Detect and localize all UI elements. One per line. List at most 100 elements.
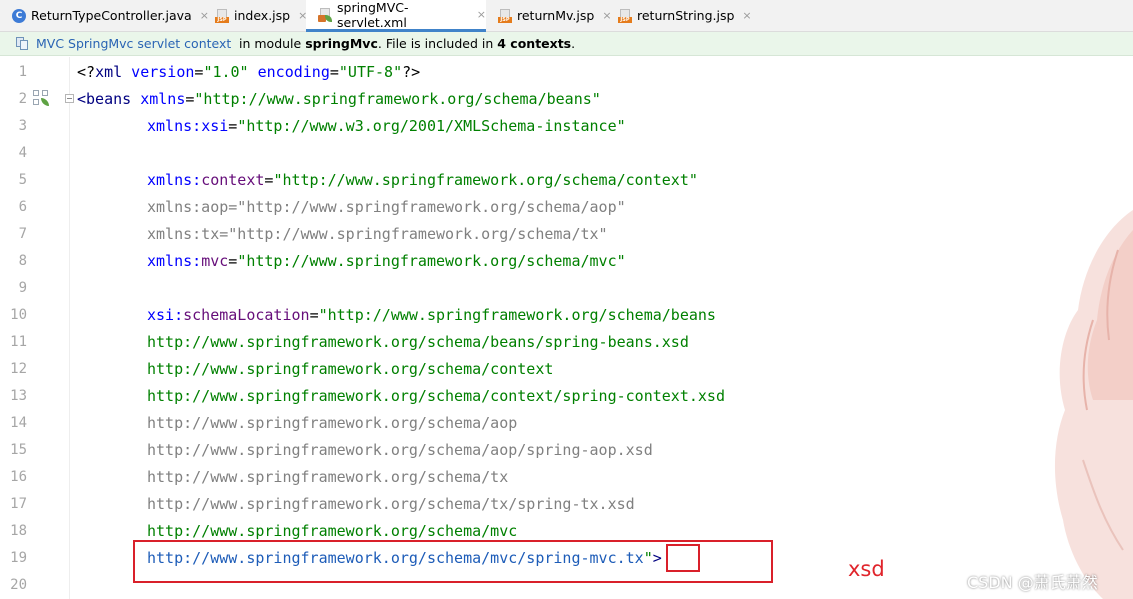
decorative-character-artwork <box>1054 210 1133 599</box>
token: xmlns <box>147 171 193 189</box>
token: = <box>309 306 319 324</box>
banner-prefix: in module <box>239 36 306 51</box>
code-line-3: xmlns:xsi="http://www.w3.org/2001/XMLSch… <box>147 113 626 140</box>
token: xsi <box>147 306 175 324</box>
jsp-file-icon: JSP <box>618 8 632 23</box>
token: xmlns <box>147 117 193 135</box>
code-line-1: <?xml version="1.0" encoding="UTF-8"?> <box>77 59 420 86</box>
token: schemaLocation <box>183 306 310 324</box>
line-number: 12 <box>10 361 27 377</box>
token: = <box>329 63 339 81</box>
token: = <box>228 117 238 135</box>
token: encoding <box>248 63 330 81</box>
token: xml <box>95 63 123 81</box>
line-number: 1 <box>18 64 27 80</box>
token: = <box>228 252 238 270</box>
tab-label: springMVC-servlet.xml <box>337 0 409 30</box>
close-icon[interactable]: × <box>742 9 751 22</box>
jsp-file-icon: JSP <box>215 8 229 23</box>
editor-tab-bar: C ReturnTypeController.java × JSP index.… <box>0 0 1133 32</box>
line-number: 13 <box>10 388 27 404</box>
module-name: springMvc <box>305 36 378 51</box>
token: xmlns <box>147 252 193 270</box>
spring-bean-gutter-icon[interactable] <box>33 90 49 106</box>
line-number: 11 <box>10 334 27 350</box>
code-line-5: xmlns:context="http://www.springframewor… <box>147 167 698 194</box>
banner-middle: . File is included in <box>377 36 498 51</box>
line-number: 16 <box>10 469 27 485</box>
code-line-7: xmlns:tx="http://www.springframework.org… <box>147 225 608 243</box>
line-number: 2 <box>18 91 27 107</box>
editor-gutter: 1 2 3 4 5 6 7 8 9 10 11 12 13 14 15 16 1… <box>0 57 70 599</box>
token: "http://www.w3.org/2001/XMLSchema-instan… <box>237 117 626 135</box>
code-line-6: xmlns:aop="http://www.springframework.or… <box>147 198 626 216</box>
code-line-13: http://www.springframework.org/schema/co… <box>147 387 725 405</box>
tab-springmvc-servlet-xml[interactable]: springMVC-servlet.xml × <box>306 0 486 32</box>
token: : <box>174 306 184 324</box>
code-line-15: http://www.springframework.org/schema/ao… <box>147 441 653 459</box>
fold-toggle-icon[interactable] <box>65 94 74 103</box>
code-line-2: <beans xmlns="http://www.springframework… <box>77 86 601 113</box>
tab-return-mv-jsp[interactable]: JSP returnMv.jsp × <box>486 0 612 31</box>
line-number: 7 <box>18 226 27 242</box>
token: "UTF-8" <box>338 63 403 81</box>
token: mvc <box>201 252 229 270</box>
code-line-12: http://www.springframework.org/schema/co… <box>147 360 554 378</box>
context-info-text: in module springMvc. File is included in… <box>239 36 575 51</box>
line-number: 19 <box>10 550 27 566</box>
code-line-11: http://www.springframework.org/schema/be… <box>147 333 689 351</box>
java-class-icon: C <box>12 8 26 23</box>
context-count: 4 contexts <box>497 36 572 51</box>
line-number: 18 <box>10 523 27 539</box>
token: ?> <box>402 63 421 81</box>
spring-context-banner: MVC SpringMvc servlet context in module … <box>0 32 1133 56</box>
token: beans <box>86 90 132 108</box>
tab-label: returnString.jsp <box>637 8 735 23</box>
code-line-16: http://www.springframework.org/schema/tx <box>147 468 509 486</box>
token: xsi <box>201 117 229 135</box>
line-number: 5 <box>18 172 27 188</box>
token: xmlns <box>131 90 186 108</box>
line-number: 6 <box>18 199 27 215</box>
code-line-14: http://www.springframework.org/schema/ao… <box>147 414 518 432</box>
line-number: 14 <box>10 415 27 431</box>
context-selector-link[interactable]: MVC SpringMvc servlet context <box>36 36 231 51</box>
tab-return-string-jsp[interactable]: JSP returnString.jsp × <box>606 0 756 31</box>
tab-return-type-controller[interactable]: C ReturnTypeController.java × <box>0 0 209 31</box>
annotation-note: xsd <box>848 557 885 581</box>
annotation-extension-box <box>666 544 700 572</box>
line-number: 15 <box>10 442 27 458</box>
code-line-8: xmlns:mvc="http://www.springframework.or… <box>147 248 626 275</box>
line-number: 20 <box>10 577 27 593</box>
tab-label: index.jsp <box>234 8 291 23</box>
line-number: 9 <box>18 280 27 296</box>
jsp-file-icon: JSP <box>498 8 512 23</box>
line-number: 10 <box>10 307 27 323</box>
code-line-10: xsi:schemaLocation="http://www.springfra… <box>147 302 716 329</box>
spring-context-icon <box>16 37 29 50</box>
token: : <box>192 252 202 270</box>
token: < <box>77 90 87 108</box>
tab-index-jsp[interactable]: JSP index.jsp × <box>203 0 307 31</box>
line-number: 8 <box>18 253 27 269</box>
token: "http://www.springframework.org/schema/m… <box>237 252 626 270</box>
tab-label: returnMv.jsp <box>517 8 595 23</box>
token: context <box>201 171 265 189</box>
spring-xml-icon <box>318 7 332 22</box>
token: "http://www.springframework.org/schema/b… <box>318 306 716 324</box>
token: "http://www.springframework.org/schema/b… <box>194 90 601 108</box>
watermark: CSDN @萧氏萧然 <box>967 573 1098 592</box>
token: "http://www.springframework.org/schema/c… <box>273 171 698 189</box>
tab-label: ReturnTypeController.java <box>31 8 192 23</box>
token: version <box>122 63 195 81</box>
token: <? <box>77 63 96 81</box>
line-number: 3 <box>18 118 27 134</box>
token: : <box>192 171 202 189</box>
token: "1.0" <box>203 63 249 81</box>
token: : <box>192 117 202 135</box>
banner-suffix: . <box>571 36 576 51</box>
close-icon[interactable]: × <box>477 8 486 21</box>
line-number: 17 <box>10 496 27 512</box>
code-line-17: http://www.springframework.org/schema/tx… <box>147 495 635 513</box>
line-number: 4 <box>18 145 27 161</box>
